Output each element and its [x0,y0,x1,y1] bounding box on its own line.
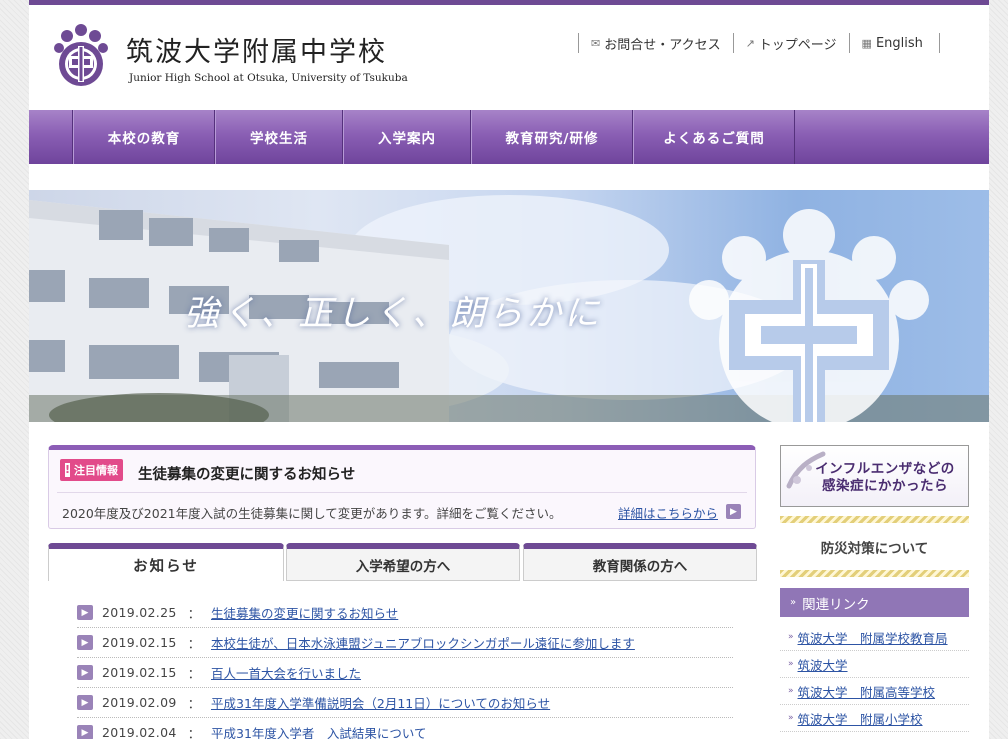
news-link[interactable]: 百人一首大会を行いました [211,663,361,682]
news-separator: ： [187,726,201,739]
util-link-english-label: English [875,35,923,51]
news-date: 2019.02.04 [102,725,177,739]
hero-banner: 強く、正しく、朗らかに [29,190,989,422]
chevron-right-icon: » [788,632,794,642]
related-links-heading: » 関連リンク [780,588,969,617]
tab-prospective[interactable]: 入学希望の方へ [286,543,520,581]
chevron-right-icon: » [788,659,794,669]
util-link-contact[interactable]: ✉ お問合せ・アクセス [578,33,733,53]
notice-badge-label: 注目情報 [74,464,118,477]
news-link[interactable]: 生徒募集の変更に関するお知らせ [211,603,398,622]
news-link[interactable]: 平成31年度入学者 入試結果について [211,723,427,739]
list-item: ▶ 2019.02.09 ： 平成31年度入学準備説明会（2月11日）についての… [77,688,733,718]
news-separator: ： [187,636,201,651]
nav-item-admission[interactable]: 入学案内 [343,110,471,164]
list-item: ▶ 2019.02.15 ： 本校生徒が、日本水泳連盟ジュニアブロックシンガポー… [77,628,733,658]
nav-item-school-life[interactable]: 学校生活 [215,110,343,164]
news-date: 2019.02.09 [102,695,177,710]
chevron-right-icon: ▶ [77,605,93,620]
english-icon: ▦ [861,36,872,50]
util-link-top-label: トップページ [758,37,837,53]
disaster-link[interactable]: 防災対策について [780,537,969,557]
notice-divider [57,492,747,493]
exclamation-icon: ! [65,463,71,477]
news-separator: ： [187,666,201,681]
related-link-label: 筑波大学 附属高等学校 [797,684,936,700]
flu-banner-line1: インフルエンザなどの [815,461,955,477]
related-link[interactable]: » 筑波大学 附属高等学校 [780,678,969,705]
stripe-divider [780,570,969,577]
list-item: ▶ 2019.02.15 ： 百人一首大会を行いました [77,658,733,688]
nav-item-education[interactable]: 本校の教育 [73,110,215,164]
list-item: ▶ 2019.02.25 ： 生徒募集の変更に関するお知らせ [77,598,733,628]
util-link-contact-label: お問合せ・アクセス [604,37,721,53]
mail-icon: ✉ [591,36,601,50]
page: 筑波大学附属中学校 Junior High School at Otsuka, … [29,0,989,739]
notice-more-link[interactable]: 詳細はこちらから [618,503,718,522]
notice-title: 生徒募集の変更に関するお知らせ [138,467,356,483]
nav-item-research[interactable]: 教育研究/研修 [471,110,633,164]
top-accent-bar [29,0,989,5]
list-item: ▶ 2019.02.04 ： 平成31年度入学者 入試結果について [77,718,733,739]
news-tabs: お知らせ 入学希望の方へ 教育関係の方へ [48,543,757,581]
flu-banner[interactable]: インフルエンザなどの 感染症にかかったら [780,445,969,507]
related-link-label: 筑波大学 附属小学校 [797,711,923,727]
featured-notice: ! 注目情報 生徒募集の変更に関するお知らせ 2020年度及び2021年度入試の… [48,445,756,529]
related-links-heading-label: 関連リンク [802,596,870,613]
chevron-right-icon: » [790,597,797,608]
utility-links: ✉ お問合せ・アクセス ↗ トップページ ▦ English [578,33,940,53]
tab-educators[interactable]: 教育関係の方へ [523,543,757,581]
site-title[interactable]: 筑波大学附属中学校 [126,30,387,69]
chevron-right-icon: ▶ [77,725,93,739]
news-link[interactable]: 平成31年度入学準備説明会（2月11日）についてのお知らせ [211,693,550,712]
notice-body: 2020年度及び2021年度入試の生徒募集に関して変更があります。詳細をご覧くだ… [62,506,562,521]
chevron-right-icon[interactable]: ▶ [726,504,741,519]
chevron-right-icon: » [788,686,794,696]
tab-news[interactable]: お知らせ [48,543,284,581]
related-link[interactable]: » 筑波大学 [780,651,969,678]
related-link-label: 筑波大学 [797,657,848,673]
flu-banner-line2: 感染症にかかったら [822,478,948,494]
notice-badge: ! 注目情報 [60,459,123,481]
chevron-right-icon: » [788,713,794,723]
site-subtitle: Junior High School at Otsuka, University… [129,72,408,84]
related-link[interactable]: » 筑波大学 附属学校教育局 [780,624,969,651]
related-link[interactable]: » 筑波大学 附属小学校 [780,705,969,732]
chevron-right-icon: ▶ [77,635,93,650]
chevron-right-icon: ▶ [77,665,93,680]
hero-catchphrase: 強く、正しく、朗らかに [184,294,603,334]
news-list: ▶ 2019.02.25 ： 生徒募集の変更に関するお知らせ ▶ 2019.02… [77,598,733,739]
nav-spacer [29,110,73,164]
chevron-right-icon: ▶ [77,695,93,710]
flu-banner-title: インフルエンザなどの 感染症にかかったら [805,461,965,495]
school-emblem-logo[interactable] [47,20,115,88]
news-separator: ： [187,696,201,711]
news-date: 2019.02.15 [102,635,177,650]
nav-item-faq[interactable]: よくあるご質問 [633,110,795,164]
stripe-divider [780,516,969,523]
related-links-list: » 筑波大学 附属学校教育局 » 筑波大学 » 筑波大学 附属高等学校 » 筑波… [780,624,969,732]
util-link-english[interactable]: ▦ English [848,33,940,53]
external-link-icon: ↗ [745,36,755,50]
news-date: 2019.02.25 [102,605,177,620]
news-separator: ： [187,606,201,621]
news-date: 2019.02.15 [102,665,177,680]
related-link-label: 筑波大学 附属学校教育局 [797,630,948,646]
global-nav: 本校の教育 学校生活 入学案内 教育研究/研修 よくあるご質問 [29,110,989,164]
news-link[interactable]: 本校生徒が、日本水泳連盟ジュニアブロックシンガポール遠征に参加します [211,633,635,652]
util-link-top[interactable]: ↗ トップページ [732,33,849,53]
